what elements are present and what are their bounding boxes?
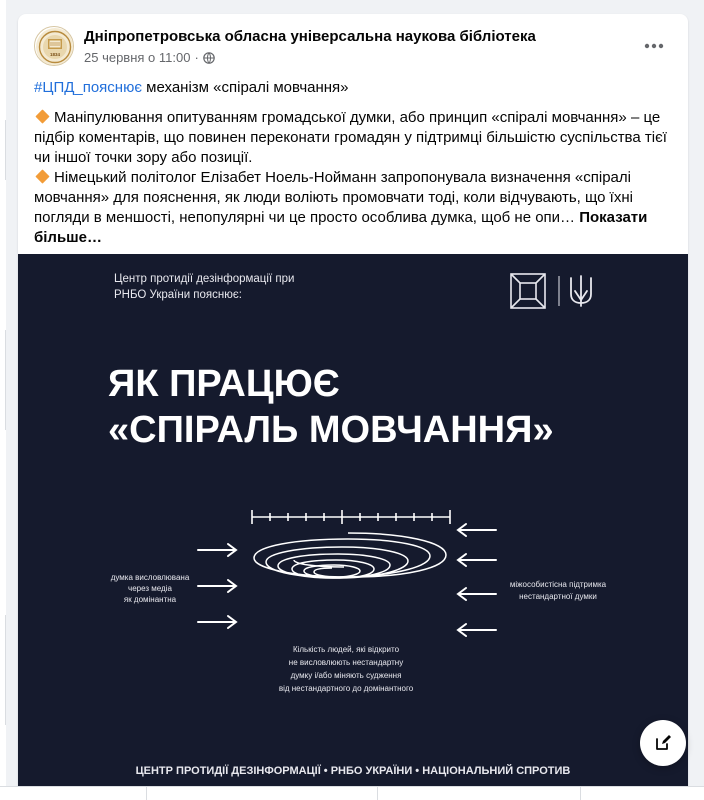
- compose-icon: [656, 735, 671, 750]
- sidebar-card-edge: [0, 615, 6, 725]
- bottom-divider: [377, 787, 378, 800]
- headline-text: механізм «спіралі мовчання»: [142, 79, 349, 96]
- page-avatar[interactable]: 1834: [34, 26, 74, 66]
- image-top-text-line1: Центр протидії дезінформації при: [114, 273, 294, 285]
- paragraph-2-text: Німецький політолог Елізабет Ноель-Нойма…: [34, 169, 633, 226]
- image-background: [18, 254, 688, 800]
- bottom-label-line1: Кількість людей, які відкрито: [293, 645, 400, 654]
- right-label-line1: міжособистісна підтримка: [510, 580, 607, 589]
- post-meta: 25 червня о 11:00 ·: [84, 50, 215, 65]
- post-date[interactable]: 25 червня о 11:00: [84, 50, 190, 65]
- post-options-button[interactable]: [636, 28, 672, 64]
- post-image[interactable]: Центр протидії дезінформації при РНБО Ук…: [18, 254, 688, 800]
- post-paragraph-2: Німецький політолог Елізабет Ноель-Нойма…: [34, 168, 674, 248]
- post-headline: #ЦПД_пояснює механізм «спіралі мовчання»: [34, 78, 674, 98]
- globe-icon: [202, 51, 215, 64]
- meta-separator: ·: [194, 50, 199, 65]
- left-label-line3: як домінантна: [124, 595, 177, 604]
- left-label-line2: через медіа: [128, 584, 172, 593]
- page-name-link[interactable]: Дніпропетровська обласна універсальна на…: [84, 28, 536, 45]
- post-header: 1834 Дніпропетровська обласна універсаль…: [34, 26, 672, 70]
- sidebar-card-edge: [0, 330, 6, 430]
- post-paragraph-1: Маніпулювання опитуванням громадської ду…: [34, 108, 674, 168]
- bottom-label-line2: не висловлюють нестандартну: [289, 658, 403, 667]
- hashtag-link[interactable]: #ЦПД_пояснює: [34, 79, 142, 96]
- feed-post: 1834 Дніпропетровська обласна універсаль…: [18, 14, 688, 800]
- image-top-text-line2: РНБО України пояснює:: [114, 289, 242, 301]
- paragraph-1-text: Маніпулювання опитуванням громадської ду…: [34, 109, 667, 166]
- bottom-label-line4: від нестандартного до домінантного: [279, 684, 414, 693]
- orange-diamond-icon: [35, 169, 50, 184]
- right-label-line2: нестандартної думки: [519, 592, 597, 601]
- orange-diamond-icon: [35, 109, 50, 124]
- bottom-bar: [0, 786, 704, 800]
- bottom-label-line3: думку і/або міняють судження: [291, 671, 402, 680]
- avatar-year: 1834: [50, 52, 61, 57]
- image-footer-text: ЦЕНТР ПРОТИДІЇ ДЕЗІНФОРМАЦІЇ • РНБО УКРА…: [136, 764, 571, 777]
- bottom-divider: [146, 787, 147, 800]
- bottom-divider: [580, 787, 581, 800]
- post-text: #ЦПД_пояснює механізм «спіралі мовчання»…: [34, 78, 674, 248]
- left-sidebar-edge: [0, 0, 6, 800]
- image-title-line1: ЯК ПРАЦЮЄ: [108, 363, 340, 405]
- more-horizontal-icon: [644, 43, 664, 49]
- compose-button[interactable]: [640, 720, 686, 766]
- left-label-line1: думка висловлювана: [111, 573, 190, 582]
- image-title-line2: «СПІРАЛЬ МОВЧАННЯ»: [108, 409, 554, 451]
- sidebar-card-edge: [0, 120, 6, 180]
